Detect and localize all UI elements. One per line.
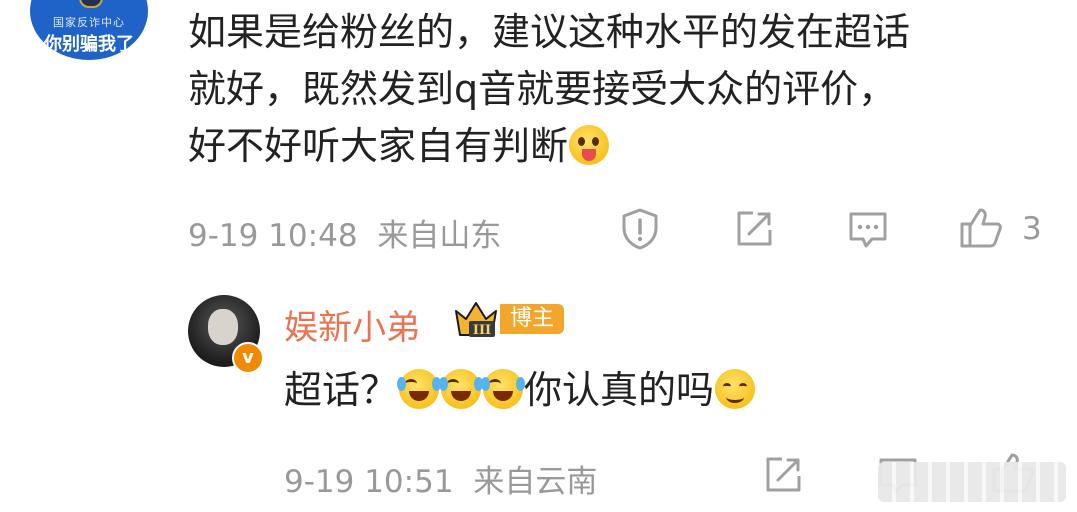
crown-level-icon: III	[452, 299, 500, 339]
reply-time: 9-19 10:51	[284, 464, 454, 500]
tongue-emoji-icon	[569, 125, 610, 165]
smile-emoji-icon	[715, 369, 756, 409]
like-count: 3	[1022, 211, 1042, 247]
comment-line: 如果是给粉丝的，建议这种水平的发在超话	[188, 10, 911, 54]
avatar-face	[208, 309, 238, 345]
comment-body: 如果是给粉丝的，建议这种水平的发在超话 就好，既然发到q音就要接受大众的评价， …	[188, 4, 1048, 175]
comment-line-text: 好不好听大家自有判断	[188, 124, 569, 168]
crown-level-text: III	[473, 323, 491, 338]
blogger-badge: 博主	[500, 304, 565, 334]
share-icon[interactable]	[733, 208, 775, 250]
reply-text-end: 你认真的吗	[524, 368, 715, 412]
laugh-cry-emoji-icon	[481, 369, 526, 409]
laugh-cry-emoji-icon	[397, 369, 442, 409]
reply-text-start: 超话？	[284, 368, 399, 412]
police-emblem-icon	[79, 0, 103, 8]
avatar-org-text: 国家反诈中心	[53, 16, 125, 29]
like-icon[interactable]	[958, 205, 1004, 251]
comment-line: 就好，既然发到q音就要接受大众的评价，	[188, 67, 897, 111]
reply-meta: 9-19 10:51 来自云南	[284, 456, 597, 501]
reply-body: 超话？ 你认真的吗	[284, 362, 756, 418]
comment-location: 来自山东	[377, 218, 502, 254]
share-icon[interactable]	[762, 454, 804, 496]
replier-name[interactable]: 娱新小弟	[284, 300, 420, 349]
comment-icon[interactable]	[846, 209, 890, 251]
commenter-avatar[interactable]: 国家反诈中心 你别骗我了	[30, 0, 148, 60]
verified-v-icon: v	[232, 342, 264, 374]
laugh-cry-emoji-icon	[439, 369, 484, 409]
comment-meta: 9-19 10:48 来自山东	[188, 210, 501, 255]
report-shield-icon[interactable]	[619, 207, 661, 251]
reply-location: 来自云南	[473, 464, 598, 500]
watermark-overlay	[878, 462, 1066, 502]
avatar-slogan-text: 你别骗我了	[44, 34, 134, 55]
comment-time: 9-19 10:48	[188, 218, 358, 254]
comment-line: 好不好听大家自有判断	[188, 118, 1048, 175]
